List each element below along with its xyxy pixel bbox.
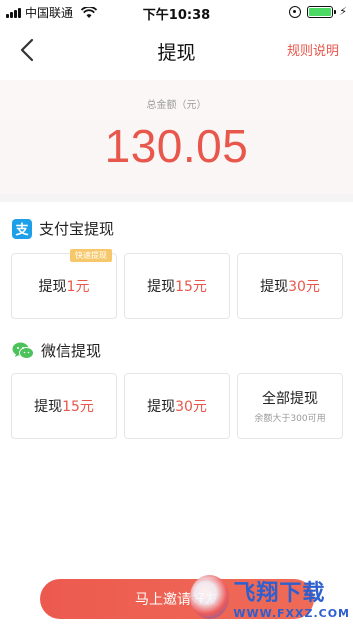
nav-bar: 提现 规则说明 — [0, 22, 353, 80]
wechat-options: 提现15元 提现30元 全部提现 余额大于300可用 — [11, 373, 343, 439]
wechat-title: 微信提现 — [41, 342, 102, 360]
wechat-option-all[interactable]: 全部提现 余额大于300可用 — [237, 373, 343, 439]
alipay-option-3[interactable]: 提现30元 — [237, 253, 343, 319]
option-amount: 15元 — [175, 279, 207, 295]
wechat-section-title: 微信提现 — [12, 340, 101, 361]
option-label: 全部提现 — [262, 391, 318, 407]
balance-value: 130.05 — [104, 120, 249, 172]
orientation-lock-icon — [289, 5, 302, 18]
option-prefix: 提现 — [147, 399, 176, 415]
option-sub: 余额大于300可用 — [254, 414, 326, 424]
option-amount: 15元 — [62, 399, 94, 415]
option-amount: 30元 — [288, 279, 320, 295]
fast-badge: 快速提现 — [70, 249, 112, 262]
wechat-option-2[interactable]: 提现30元 — [124, 373, 230, 439]
invite-friends-button[interactable]: 马上邀请好友 — [40, 579, 314, 619]
option-prefix: 提现 — [147, 279, 176, 295]
alipay-options: 快速提现 提现1元 提现15元 提现30元 — [11, 249, 343, 319]
balance-label: 总金额（元） — [146, 100, 207, 111]
wechat-option-1[interactable]: 提现15元 — [11, 373, 117, 439]
status-bar: 中国联通 下午10:38 ⚡ — [0, 0, 353, 23]
balance-panel: 总金额（元） 130.05 — [0, 80, 353, 194]
option-prefix: 提现 — [38, 279, 67, 295]
alipay-option-2[interactable]: 提现15元 — [124, 253, 230, 319]
alipay-title: 支付宝提现 — [39, 220, 115, 238]
rules-link[interactable]: 规则说明 — [287, 40, 339, 59]
option-amount: 1元 — [66, 279, 90, 295]
section-divider — [0, 194, 353, 202]
battery-icon — [307, 5, 337, 18]
alipay-icon: 支 — [12, 218, 32, 239]
option-prefix: 提现 — [34, 399, 63, 415]
option-amount: 30元 — [175, 399, 207, 415]
wechat-icon — [12, 342, 34, 359]
option-prefix: 提现 — [260, 279, 289, 295]
alipay-option-1[interactable]: 快速提现 提现1元 — [11, 249, 117, 319]
alipay-section-title: 支 支付宝提现 — [12, 218, 114, 239]
status-right: ⚡ — [289, 5, 347, 18]
charging-icon: ⚡ — [339, 5, 347, 18]
